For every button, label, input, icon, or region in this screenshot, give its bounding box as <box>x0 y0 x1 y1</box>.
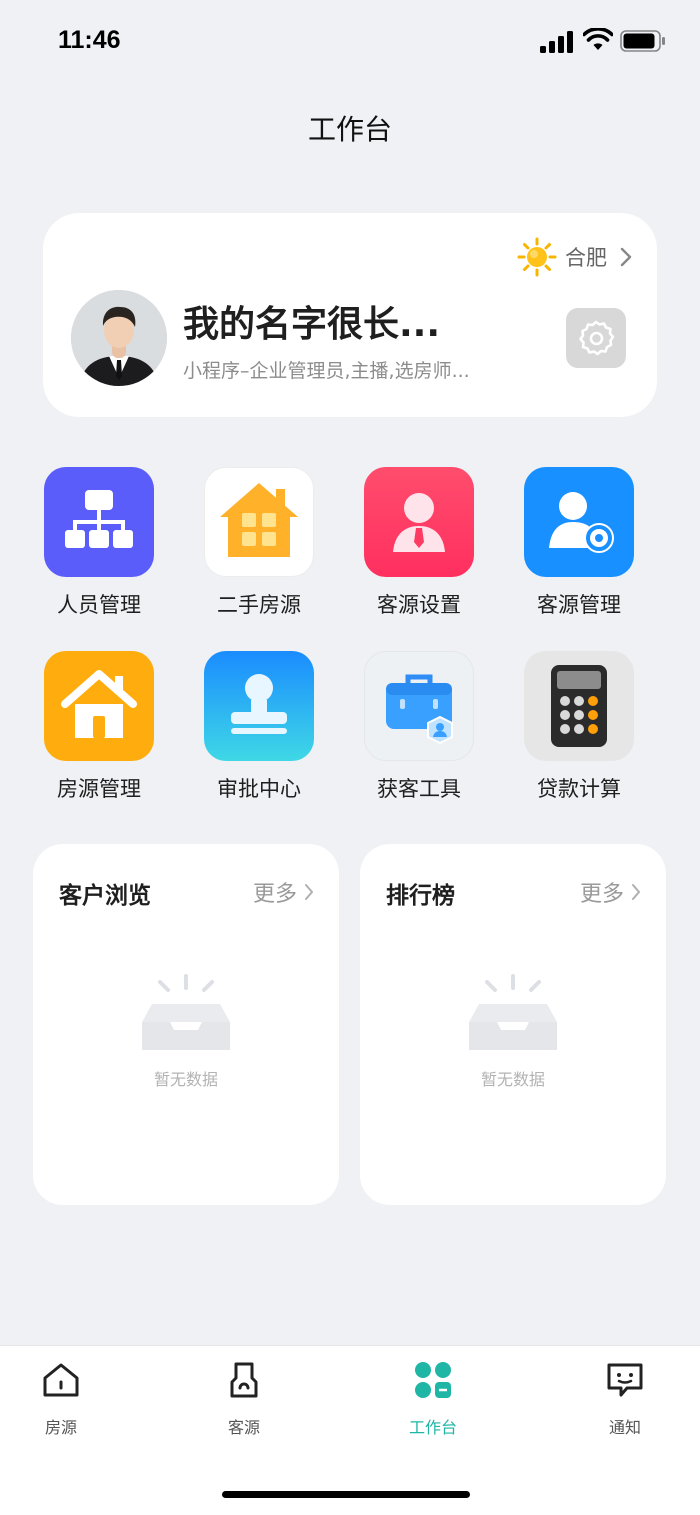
app-lead-tools[interactable]: 获客工具 <box>349 651 489 811</box>
more-link[interactable]: 更多 <box>580 876 642 908</box>
empty-box-icon <box>142 974 230 1050</box>
tab-workbench[interactable]: 工作台 <box>373 1360 493 1440</box>
more-label: 更多 <box>579 882 624 907</box>
app-label: 人员管理 <box>57 593 141 617</box>
empty-text: 暂无数据 <box>153 1070 218 1089</box>
calculator-icon <box>524 651 634 761</box>
chevron-right-icon <box>632 884 640 900</box>
app-client-settings[interactable]: 客源设置 <box>349 467 489 627</box>
ranking-panel: 排行榜 更多 暂无数据 <box>360 844 666 1205</box>
empty-text: 暂无数据 <box>480 1070 545 1089</box>
empty-box-icon <box>469 974 557 1050</box>
user-name: 我的名字很长... <box>183 304 441 345</box>
battery-icon <box>620 30 665 52</box>
profile-card: 合肥 我的名字很长... 小程序–企业管理员,主播,选房师... <box>43 213 657 417</box>
city-label: 合肥 <box>565 246 607 270</box>
client-browse-panel: 客户浏览 更多 暂无数据 <box>33 844 339 1205</box>
house-grid-icon <box>204 467 314 577</box>
tab-clients[interactable]: 客源 <box>184 1360 304 1440</box>
tab-label: 客源 <box>227 1418 260 1437</box>
app-label: 贷款计算 <box>537 777 621 801</box>
app-second-hand-houses[interactable]: 二手房源 <box>189 467 329 627</box>
app-label: 房源管理 <box>57 777 141 801</box>
app-loan-calculator[interactable]: 贷款计算 <box>509 651 649 811</box>
panel-title: 客户浏览 <box>59 883 151 909</box>
page-title: 工作台 <box>307 113 392 146</box>
city-selector[interactable]: 合肥 <box>517 237 633 277</box>
app-label: 客源管理 <box>537 593 621 617</box>
tab-label: 通知 <box>608 1418 641 1437</box>
status-bar: 11:46 <box>0 0 700 84</box>
briefcase-icon <box>364 651 474 761</box>
app-label: 客源设置 <box>377 593 461 617</box>
avatar[interactable] <box>71 290 167 386</box>
tab-notifications[interactable]: 通知 <box>565 1360 685 1440</box>
app-label: 获客工具 <box>377 777 461 801</box>
more-link[interactable]: 更多 <box>253 876 315 908</box>
home-indicator <box>222 1491 470 1498</box>
tab-bar: 房源 客源 工作台 通知 <box>0 1345 700 1515</box>
org-chart-icon <box>44 467 154 577</box>
settings-button[interactable] <box>566 308 626 368</box>
signal-icon <box>540 31 573 53</box>
wifi-icon <box>583 28 613 50</box>
chevron-right-icon <box>305 884 313 900</box>
status-time: 11:46 <box>58 26 121 54</box>
home-icon <box>44 651 154 761</box>
tab-label: 工作台 <box>408 1418 457 1437</box>
panel-title: 排行榜 <box>386 883 455 909</box>
client-person-icon <box>364 467 474 577</box>
tab-label: 房源 <box>44 1418 77 1437</box>
app-label: 审批中心 <box>217 777 301 801</box>
home-outline-icon <box>43 1363 79 1397</box>
app-client-management[interactable]: 客源管理 <box>509 467 649 627</box>
avatar-image <box>71 290 167 386</box>
person-outline-icon <box>230 1362 258 1398</box>
chevron-right-icon <box>620 247 632 267</box>
chat-bubble-icon <box>607 1363 643 1397</box>
app-property-management[interactable]: 房源管理 <box>29 651 169 811</box>
user-roles: 小程序–企业管理员,主播,选房师... <box>183 360 470 382</box>
app-label: 二手房源 <box>217 593 301 617</box>
app-staff-management[interactable]: 人员管理 <box>29 467 169 627</box>
grid-apps-icon <box>415 1362 451 1398</box>
gear-icon <box>579 320 615 356</box>
app-approval-center[interactable]: 审批中心 <box>189 651 329 811</box>
sun-icon <box>517 237 557 277</box>
tab-properties[interactable]: 房源 <box>1 1360 121 1440</box>
more-label: 更多 <box>252 882 297 907</box>
client-settings-icon <box>524 467 634 577</box>
stamp-icon <box>204 651 314 761</box>
